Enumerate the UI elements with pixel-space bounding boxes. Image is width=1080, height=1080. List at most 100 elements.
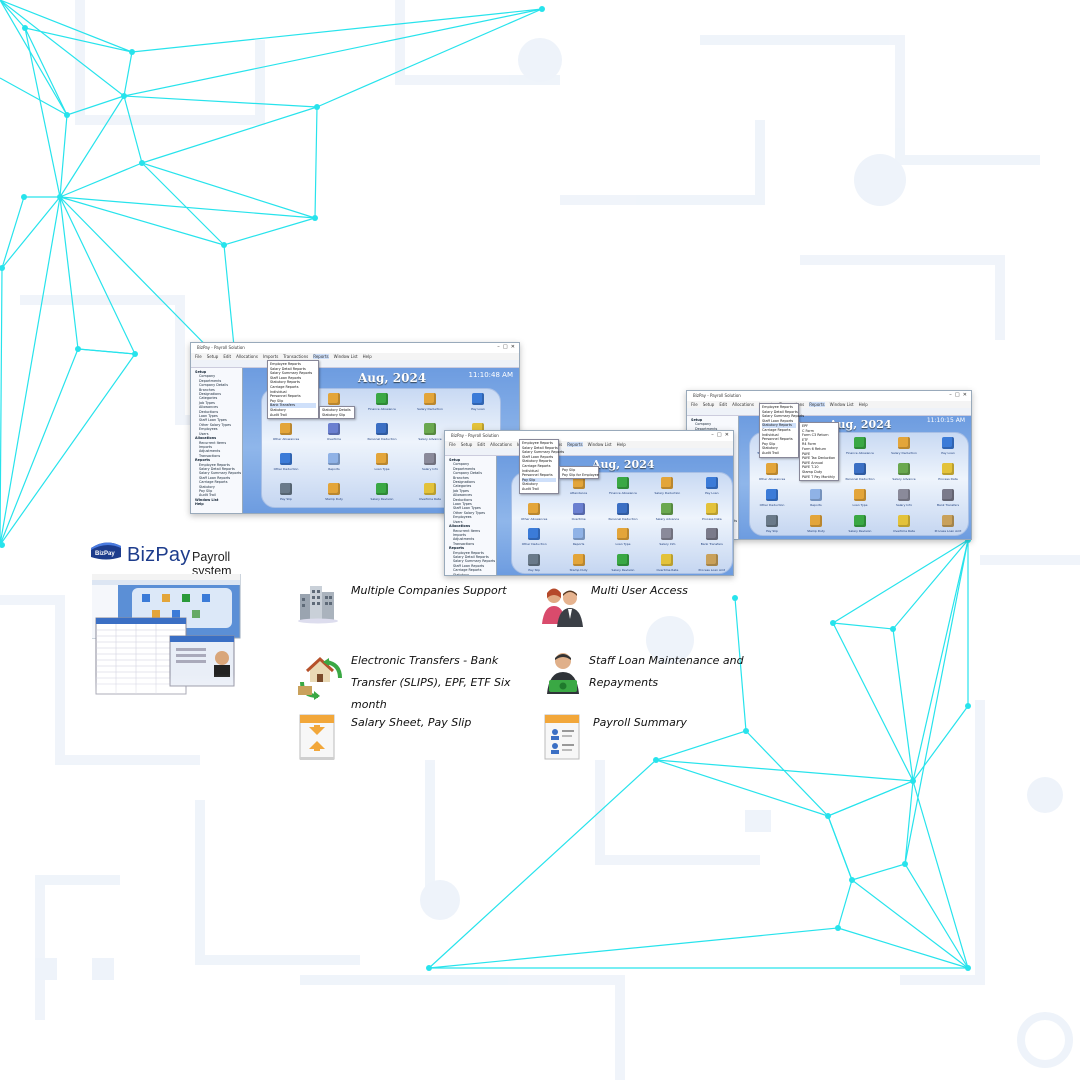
bank-transfers-submenu[interactable]: Statutory Details Statutory Slip	[319, 406, 355, 420]
submenu-item[interactable]: PAYE T Pay Monthly	[802, 475, 836, 480]
shortcut-icon[interactable]	[424, 393, 436, 405]
shortcut-icon[interactable]	[661, 553, 674, 566]
menu-reports[interactable]: Reports	[313, 354, 329, 359]
shortcut-icon[interactable]	[661, 528, 674, 540]
shortcut-icon[interactable]	[854, 515, 866, 527]
shortcut-icon[interactable]	[424, 483, 436, 495]
pay-slip-submenu[interactable]: Pay Slip Pay Slip for Employee	[559, 466, 599, 480]
shortcut-icon[interactable]	[617, 553, 629, 566]
shortcut-icon[interactable]	[854, 489, 866, 501]
menu-setup[interactable]: Setup	[207, 354, 219, 359]
shortcut-icon[interactable]	[617, 477, 629, 489]
menu-file[interactable]: File	[449, 442, 456, 447]
shortcut-icon[interactable]	[661, 502, 674, 515]
menu-bar: FileSetupEditAllocationsImportsTransacti…	[445, 441, 733, 448]
shortcut-label: Personal Deduction	[608, 516, 638, 521]
shortcut-label: Pay Slip	[528, 567, 541, 572]
feature-salary-sheet: Salary Sheet, Pay Slip	[351, 716, 472, 729]
menu-help[interactable]: Help	[363, 354, 372, 359]
shortcut-label: Loan Type	[374, 467, 390, 471]
shortcut-icon[interactable]	[280, 453, 292, 465]
reports-menu[interactable]: Employee Reports Salary Detail Reports Sal…	[519, 439, 564, 494]
tree-item[interactable]: Statutory	[447, 573, 494, 575]
shortcut-icon[interactable]	[766, 463, 778, 475]
tree-item[interactable]: Help	[193, 502, 240, 506]
menu-help[interactable]: Help	[859, 402, 868, 407]
reports-menu[interactable]: Employee Reports Salary Detail Reports Sal…	[759, 403, 804, 458]
menu-help[interactable]: Help	[617, 442, 626, 447]
shortcut-icon[interactable]	[376, 453, 388, 465]
menu-item[interactable]: Carriage Reports	[522, 464, 556, 469]
shortcut-icon[interactable]	[617, 528, 629, 540]
menu-item[interactable]: Audit Trail	[270, 413, 316, 418]
shortcut-icon[interactable]	[705, 528, 718, 540]
shortcut-icon[interactable]	[942, 489, 954, 501]
menu-edit[interactable]: Edit	[223, 354, 231, 359]
statutory-submenu[interactable]: EPF C Form Form C3 Return ETF R4 Form Form 6 …	[799, 422, 839, 482]
menu-item[interactable]: Carriage Reports	[762, 428, 796, 433]
menu-edit[interactable]: Edit	[719, 402, 727, 407]
shortcut-icon[interactable]	[280, 483, 292, 495]
shortcut-icon[interactable]	[810, 489, 822, 501]
menu-item[interactable]: Audit Trail	[522, 487, 556, 492]
menu-file[interactable]: File	[691, 402, 698, 407]
shortcut-icon[interactable]	[528, 528, 541, 540]
shortcut-icon[interactable]	[898, 463, 910, 475]
shortcut-icon[interactable]	[572, 528, 585, 540]
submenu-item[interactable]: Pay Slip for Employee	[562, 473, 599, 478]
shortcut-icon[interactable]	[376, 423, 388, 435]
shortcut-icon[interactable]	[528, 553, 541, 566]
menu-window-list[interactable]: Window List	[334, 354, 358, 359]
menu-allocations[interactable]: Allocations	[236, 354, 258, 359]
shortcut-icon[interactable]	[328, 483, 340, 495]
menu-item[interactable]: Audit Trail	[762, 451, 796, 456]
network-bottom-right-nodes	[426, 537, 971, 971]
menu-edit[interactable]: Edit	[477, 442, 485, 447]
shortcut-icon[interactable]	[472, 393, 484, 405]
shortcut-icon[interactable]	[424, 423, 436, 435]
shortcut-icon[interactable]	[328, 393, 340, 405]
shortcut-icon[interactable]	[810, 515, 822, 527]
shortcut-icon[interactable]	[854, 463, 866, 475]
shortcut-icon[interactable]	[572, 553, 585, 566]
shortcut-icon[interactable]	[280, 423, 292, 435]
shortcut-icon[interactable]	[766, 515, 778, 527]
shortcut-icon[interactable]	[898, 515, 910, 527]
shortcut-icon[interactable]	[528, 502, 541, 515]
menu-imports[interactable]: Imports	[263, 354, 278, 359]
menu-reports[interactable]: Reports	[809, 402, 825, 407]
shortcut-icon[interactable]	[705, 477, 718, 489]
shortcut-icon[interactable]	[661, 477, 674, 489]
menu-window-list[interactable]: Window List	[588, 442, 612, 447]
menu-allocations[interactable]: Allocations	[490, 442, 512, 447]
shortcut-icon[interactable]	[705, 553, 718, 566]
shortcut-icon[interactable]	[424, 453, 436, 465]
shortcut-icon[interactable]	[942, 515, 954, 527]
submenu-item[interactable]: Statutory Details	[322, 408, 352, 413]
shortcut-icon[interactable]	[898, 489, 910, 501]
reports-menu[interactable]: Employee Reports Salary Detail Reports Sal…	[267, 360, 319, 420]
shortcut-label: Loan Type	[852, 503, 868, 507]
shortcut-icon[interactable]	[942, 463, 954, 475]
shortcut-icon[interactable]	[854, 437, 866, 449]
shortcut-icon[interactable]	[942, 437, 954, 449]
shortcut-icon[interactable]	[705, 502, 718, 515]
menu-item[interactable]: Employee Reports	[762, 405, 796, 410]
menu-setup[interactable]: Setup	[703, 402, 715, 407]
menu-setup[interactable]: Setup	[461, 442, 473, 447]
shortcut-icon[interactable]	[328, 423, 340, 435]
shortcut-icon[interactable]	[766, 489, 778, 501]
shortcut-icon[interactable]	[572, 502, 585, 515]
menu-allocations[interactable]: Allocations	[732, 402, 754, 407]
shortcut-icon[interactable]	[376, 393, 388, 405]
menu-reports[interactable]: Reports	[567, 442, 583, 447]
menu-transactions[interactable]: Transactions	[283, 354, 308, 359]
shortcut-icon[interactable]	[328, 453, 340, 465]
menu-file[interactable]: File	[195, 354, 202, 359]
submenu-item[interactable]: Statutory Slip	[322, 413, 352, 418]
shortcut-icon[interactable]	[617, 502, 629, 515]
menu-window-list[interactable]: Window List	[830, 402, 854, 407]
shortcut-icon[interactable]	[898, 437, 910, 449]
shortcut-icon[interactable]	[376, 483, 388, 495]
menu-item[interactable]: Employee Reports	[522, 441, 556, 446]
